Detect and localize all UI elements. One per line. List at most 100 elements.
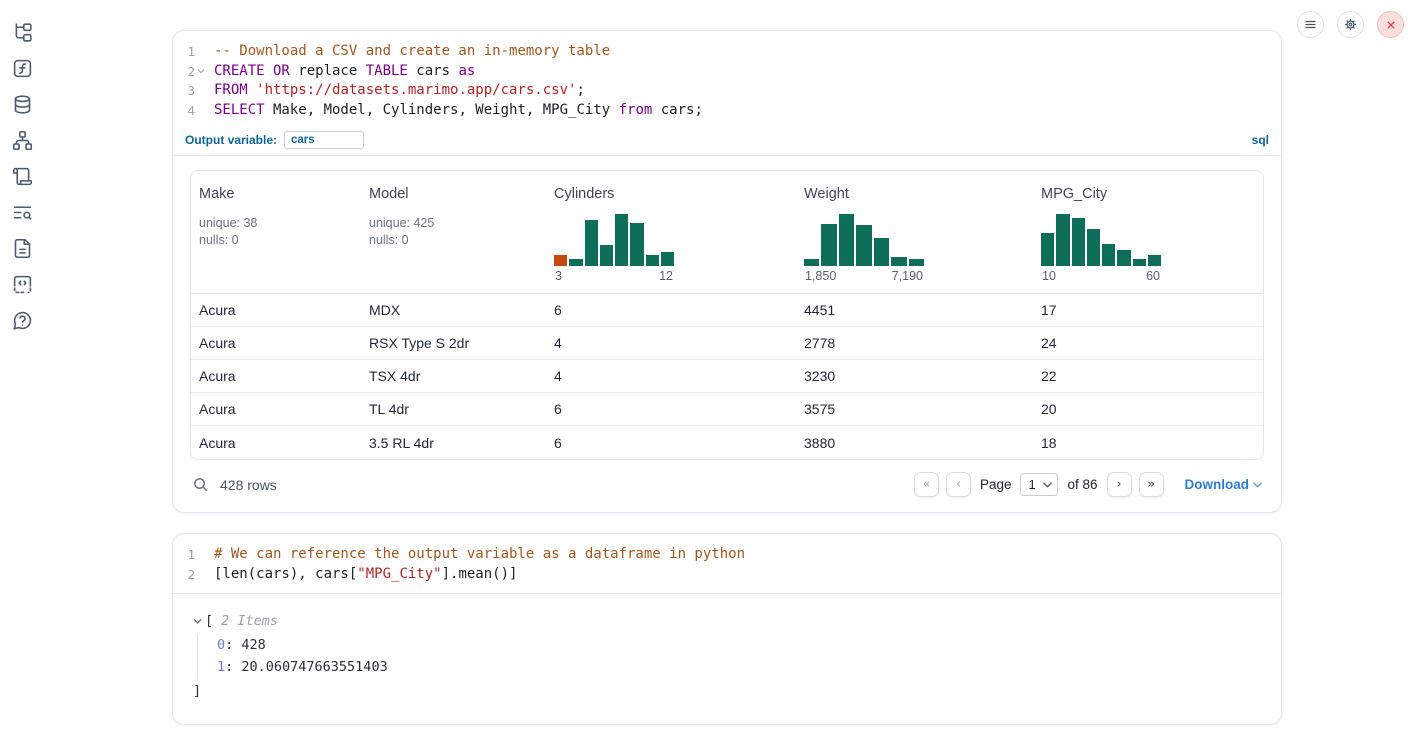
table-cell: 3880 xyxy=(796,435,1033,451)
language-badge: sql xyxy=(1252,133,1269,147)
table-footer: 428 rows « ‹ Page 1 of 86 › » Download xyxy=(173,460,1281,512)
code-line: 2 [len(cars), cars["MPG_City"].mean()] xyxy=(173,565,1281,585)
table-row[interactable]: AcuraRSX Type S 2dr4277824 xyxy=(191,327,1263,360)
column-name: Make xyxy=(199,186,353,202)
table-cell: Acura xyxy=(191,401,361,417)
menu-button[interactable] xyxy=(1297,11,1324,38)
chevron-down-icon xyxy=(1043,482,1052,488)
column-header-weight[interactable]: Weight 1,8507,190 xyxy=(796,171,1033,293)
code-line: 1-- Download a CSV and create an in-memo… xyxy=(173,42,1281,62)
download-button[interactable]: Download xyxy=(1185,477,1263,492)
table-row[interactable]: AcuraTL 4dr6357520 xyxy=(191,393,1263,426)
page-total-label: of 86 xyxy=(1067,477,1097,492)
code-line: 2CREATE OR replace TABLE cars as xyxy=(173,62,1281,82)
table-cell: RSX Type S 2dr xyxy=(361,335,546,351)
table-cell: MDX xyxy=(361,302,546,318)
download-label: Download xyxy=(1185,477,1250,492)
topbar xyxy=(1297,11,1404,38)
column-header-model[interactable]: Model unique: 425nulls: 0 xyxy=(361,171,546,293)
table-row[interactable]: AcuraMDX6445117 xyxy=(191,294,1263,327)
fold-spacer xyxy=(195,545,207,565)
histogram-bar xyxy=(821,224,836,266)
tree-entry: 1: 20.060747663551403 xyxy=(217,656,1261,679)
histogram-bar xyxy=(585,220,598,266)
table-cell: 6 xyxy=(546,302,796,318)
row-count: 428 rows xyxy=(220,477,277,493)
sql-cell: 1 -- Download a CSV and create an in-memo… xyxy=(172,30,1282,513)
prev-page-button[interactable]: ‹ xyxy=(946,472,971,497)
page-select[interactable]: 1 xyxy=(1020,473,1058,496)
output-variable-bar: Output variable: sql xyxy=(173,129,1281,156)
help-icon[interactable] xyxy=(11,309,33,331)
scroll-icon[interactable] xyxy=(11,165,33,187)
line-number: 2 xyxy=(173,565,195,585)
column-stats: unique: 425nulls: 0 xyxy=(369,215,538,248)
fold-spacer xyxy=(195,42,207,62)
histogram-bar xyxy=(1072,218,1085,266)
histogram-bar xyxy=(1148,255,1161,266)
table-cell: 3.5 RL 4dr xyxy=(361,435,546,451)
python-output: [ 2 Items 0: 4281: 20.060747663551403 ] xyxy=(173,594,1281,724)
page-label: Page xyxy=(980,477,1012,492)
histogram-bar xyxy=(630,223,643,266)
column-header-cylinders[interactable]: Cylinders 312 xyxy=(546,171,796,293)
dependency-graph-icon[interactable] xyxy=(11,129,33,151)
column-header-make[interactable]: Makeunique: 38nulls: 0 xyxy=(191,171,361,293)
column-header-mpg_city[interactable]: MPG_City1060 xyxy=(1033,171,1263,293)
line-number: 3 xyxy=(173,81,195,101)
search-icon[interactable] xyxy=(192,476,209,493)
shutdown-button[interactable] xyxy=(1377,11,1404,38)
table-header-row: Makeunique: 38nulls: 0 Model unique: 425nu… xyxy=(191,171,1263,294)
table-cell: 22 xyxy=(1033,368,1263,384)
histogram-axis: 1060 xyxy=(1041,269,1161,283)
table-cell: 3230 xyxy=(796,368,1033,384)
table-cell: 2778 xyxy=(796,335,1033,351)
snippets-icon[interactable] xyxy=(11,273,33,295)
column-histogram[interactable]: 1,8507,190 xyxy=(804,214,924,283)
notebook: 1 -- Download a CSV and create an in-memo… xyxy=(172,30,1282,725)
code-text: [len(cars), cars["MPG_City"].mean()] xyxy=(207,565,517,585)
function-icon[interactable] xyxy=(11,57,33,79)
histogram-bar xyxy=(600,245,613,266)
document-icon[interactable] xyxy=(11,237,33,259)
code-text: CREATE OR replace TABLE cars as xyxy=(207,62,475,82)
settings-icon xyxy=(1343,17,1358,32)
python-code-editor[interactable]: 1# We can reference the output variable … xyxy=(173,534,1281,593)
table-row[interactable]: Acura3.5 RL 4dr6388018 xyxy=(191,426,1263,459)
histogram-bar xyxy=(646,255,659,266)
sql-code-editor[interactable]: 1-- Download a CSV and create an in-memo… xyxy=(173,31,1281,129)
histogram-bar xyxy=(1133,259,1146,266)
collapse-chevron-icon[interactable] xyxy=(193,618,205,624)
column-name: Weight xyxy=(804,186,1025,202)
fold-chevron-icon[interactable] xyxy=(195,62,207,82)
histogram-bar xyxy=(1087,229,1100,266)
tree-header: [ 2 Items xyxy=(193,610,1261,633)
table-cell: Acura xyxy=(191,368,361,384)
table-cell: 20 xyxy=(1033,401,1263,417)
last-page-button[interactable]: » xyxy=(1139,472,1164,497)
table-cell: 4 xyxy=(546,335,796,351)
histogram-bar xyxy=(661,252,674,266)
histogram-bar xyxy=(856,225,871,266)
line-number: 1 xyxy=(173,545,195,565)
column-histogram[interactable]: 312 xyxy=(554,214,674,283)
data-table: Makeunique: 38nulls: 0 Model unique: 425nu… xyxy=(190,170,1264,460)
next-page-button[interactable]: › xyxy=(1107,472,1132,497)
column-name: Cylinders xyxy=(554,186,788,202)
histogram-bar xyxy=(839,214,854,266)
column-name: Model xyxy=(369,186,538,202)
table-row[interactable]: AcuraTSX 4dr4323022 xyxy=(191,360,1263,393)
column-histogram[interactable]: 1060 xyxy=(1041,214,1161,283)
code-text: -- Download a CSV and create an in-memor… xyxy=(207,42,610,62)
file-tree-icon[interactable] xyxy=(11,21,33,43)
histogram-bar xyxy=(804,259,819,266)
code-text: SELECT Make, Model, Cylinders, Weight, M… xyxy=(207,101,703,121)
histogram-bar xyxy=(1041,233,1054,266)
database-icon[interactable] xyxy=(11,93,33,115)
output-variable-input[interactable] xyxy=(284,131,364,149)
settings-button[interactable] xyxy=(1337,11,1364,38)
fold-spacer xyxy=(195,101,207,121)
menu-icon xyxy=(1303,17,1318,32)
log-search-icon[interactable] xyxy=(11,201,33,223)
first-page-button[interactable]: « xyxy=(914,472,939,497)
